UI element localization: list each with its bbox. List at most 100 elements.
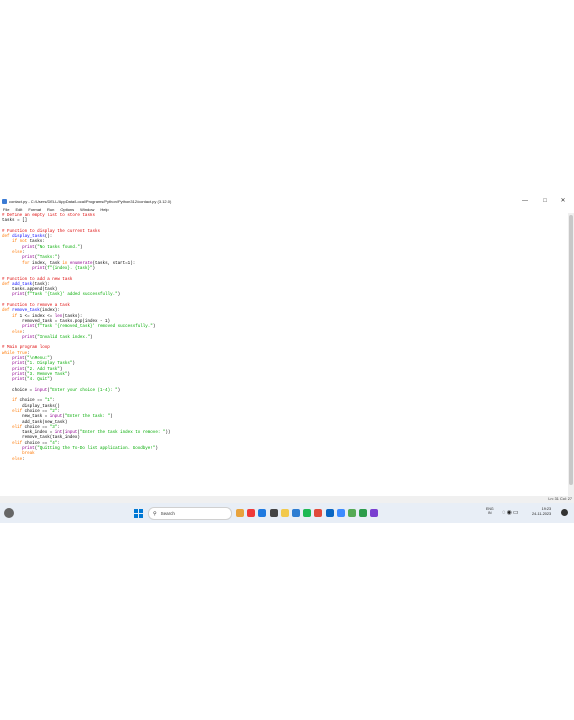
string-token: f"Task '{removed_task}' removed successf… xyxy=(37,325,153,330)
code-line[interactable]: for index, task in enumerate(tasks, star… xyxy=(2,262,135,266)
menu-edit[interactable]: Edit xyxy=(15,207,22,212)
code-editor[interactable]: # Define an empty list to store tasks ta… xyxy=(0,213,568,496)
string-token: "Enter the task index to remove: " xyxy=(79,431,166,436)
language-indicator[interactable]: ENG IN xyxy=(486,507,494,515)
vertical-scrollbar[interactable] xyxy=(568,213,574,496)
keyword-token: for xyxy=(22,261,33,266)
menu-bar: File Edit Format Run Options Window Help xyxy=(0,206,574,213)
taskbar-search[interactable]: ⚲ Search xyxy=(148,507,232,520)
code-line[interactable]: add_task(new_task) xyxy=(2,421,67,425)
code-line[interactable]: tasks.append(task) xyxy=(2,288,57,292)
taskbar-clock[interactable]: 19:23 24-11-2023 xyxy=(532,507,551,517)
code-token: (tasks): xyxy=(62,314,83,319)
code-line[interactable]: task_index = int(input("Enter the task i… xyxy=(2,431,170,435)
taskbar-app-icon[interactable] xyxy=(370,509,379,517)
code-line[interactable]: # Define an empty list to store tasks xyxy=(2,214,95,218)
code-line[interactable]: print("Quitting the To-Do list applicati… xyxy=(2,447,158,451)
close-button[interactable]: ✕ xyxy=(554,197,572,206)
taskbar-app-icon[interactable] xyxy=(325,509,334,517)
code-token: : xyxy=(57,441,60,446)
code-line[interactable]: new_task = input("Enter the task: ") xyxy=(2,415,113,419)
builtin-token: print xyxy=(12,357,25,362)
code-line[interactable]: remove_task(task_index) xyxy=(2,436,80,440)
code-line[interactable]: print("2. Add Task") xyxy=(2,368,62,372)
minimize-button[interactable]: — xyxy=(516,197,534,206)
code-line[interactable]: print(f"Task '{removed_task}' removed su… xyxy=(2,325,155,329)
code-line[interactable]: def add_task(task): xyxy=(2,283,50,287)
code-line[interactable]: tasks = [] xyxy=(2,219,27,223)
code-line[interactable]: print("3. Remove Task") xyxy=(2,373,70,377)
keyword-token: else xyxy=(12,457,23,462)
code-line[interactable]: choice = input("Enter your choice (1-4):… xyxy=(2,389,120,393)
code-line[interactable]: print("1. Display Tasks") xyxy=(2,362,75,366)
code-line[interactable]: if 1 <= index <= len(tasks): xyxy=(2,315,82,319)
builtin-token: print xyxy=(22,245,35,250)
taskbar-app-icon[interactable] xyxy=(292,509,300,517)
window-titlebar[interactable]: contact.py - C:/Users/DELL/AppData/Local… xyxy=(0,197,574,206)
keyword-token: def xyxy=(2,309,13,314)
string-token: "4. Quit" xyxy=(27,378,50,383)
code-line[interactable]: elif choice == "2": xyxy=(2,410,60,414)
code-line[interactable]: while True: xyxy=(2,352,30,356)
code-line[interactable]: # Main program loop xyxy=(2,346,50,350)
taskbar-app-icon[interactable] xyxy=(236,509,244,517)
keyword-token: elif xyxy=(12,441,25,446)
menu-file[interactable]: File xyxy=(3,207,9,212)
windows-start-icon[interactable] xyxy=(134,509,143,518)
code-line[interactable]: print(f"{index}. {task}") xyxy=(2,267,95,271)
code-line[interactable]: elif choice == "3": xyxy=(2,426,60,430)
menu-options[interactable]: Options xyxy=(60,207,74,212)
code-line[interactable]: print(f"Task '{task}' added successfully… xyxy=(2,293,120,297)
keyword-token: if xyxy=(12,314,20,319)
weather-icon[interactable] xyxy=(4,508,14,518)
taskbar-app-icon[interactable] xyxy=(247,509,256,517)
code-line[interactable]: # Function to add a new task xyxy=(2,278,72,282)
battery-icon[interactable]: ▭ xyxy=(513,510,520,516)
code-line[interactable]: def display_tasks(): xyxy=(2,235,52,239)
code-line[interactable]: else: xyxy=(2,458,25,462)
menu-window[interactable]: Window xyxy=(80,207,94,212)
code-line[interactable]: print("Tasks:") xyxy=(2,256,60,260)
code-line[interactable]: if not tasks: xyxy=(2,240,45,244)
code-line[interactable]: print("4. Quit") xyxy=(2,378,52,382)
code-token: (task): xyxy=(32,282,50,287)
keyword-token: while xyxy=(2,351,18,356)
taskbar-app-icon[interactable] xyxy=(359,509,368,517)
taskbar-app-icon[interactable] xyxy=(336,509,345,517)
code-line[interactable]: print("No tasks found.") xyxy=(2,246,82,250)
maximize-button[interactable]: □ xyxy=(536,197,554,206)
code-line[interactable]: else: xyxy=(2,331,25,335)
taskbar-app-icon[interactable] xyxy=(314,509,323,517)
code-text[interactable]: # Define an empty list to store tasks ta… xyxy=(2,214,170,463)
code-line[interactable]: display_tasks() xyxy=(2,405,60,409)
builtin-token: enumerate xyxy=(69,261,93,266)
code-token: ) xyxy=(72,362,75,367)
menu-format[interactable]: Format xyxy=(28,207,41,212)
code-line[interactable]: # Function to display the current tasks xyxy=(2,230,100,234)
string-token: "No tasks found." xyxy=(37,245,80,250)
menu-run[interactable]: Run xyxy=(47,207,54,212)
taskbar-app-icon[interactable] xyxy=(269,509,278,517)
code-line[interactable]: print("Invalid task index.") xyxy=(2,336,92,340)
taskbar-app-icon[interactable] xyxy=(280,509,289,517)
code-line[interactable]: if choice == "1": xyxy=(2,399,55,403)
code-line[interactable]: elif choice == "4": xyxy=(2,442,60,446)
taskbar-app-icon[interactable] xyxy=(303,509,312,517)
menu-help[interactable]: Help xyxy=(100,207,108,212)
code-line[interactable]: break xyxy=(2,452,35,456)
code-line[interactable]: else: xyxy=(2,251,25,255)
code-line[interactable]: print("\nMenu:") xyxy=(2,357,52,361)
scrollbar-thumb[interactable] xyxy=(569,215,573,485)
system-tray-icons[interactable]: ◌◉▭ xyxy=(502,509,520,516)
notification-icon[interactable] xyxy=(561,509,568,516)
string-token: f"Task '{task}' added successfully." xyxy=(27,293,118,298)
taskbar-app-icon[interactable] xyxy=(348,509,356,517)
code-line[interactable]: def remove_task(index): xyxy=(2,309,60,313)
code-line[interactable]: # Function to remove a task xyxy=(2,304,70,308)
taskbar-app-icon[interactable] xyxy=(258,509,267,517)
code-line[interactable]: removed_task = tasks.pop(index - 1) xyxy=(2,320,110,324)
